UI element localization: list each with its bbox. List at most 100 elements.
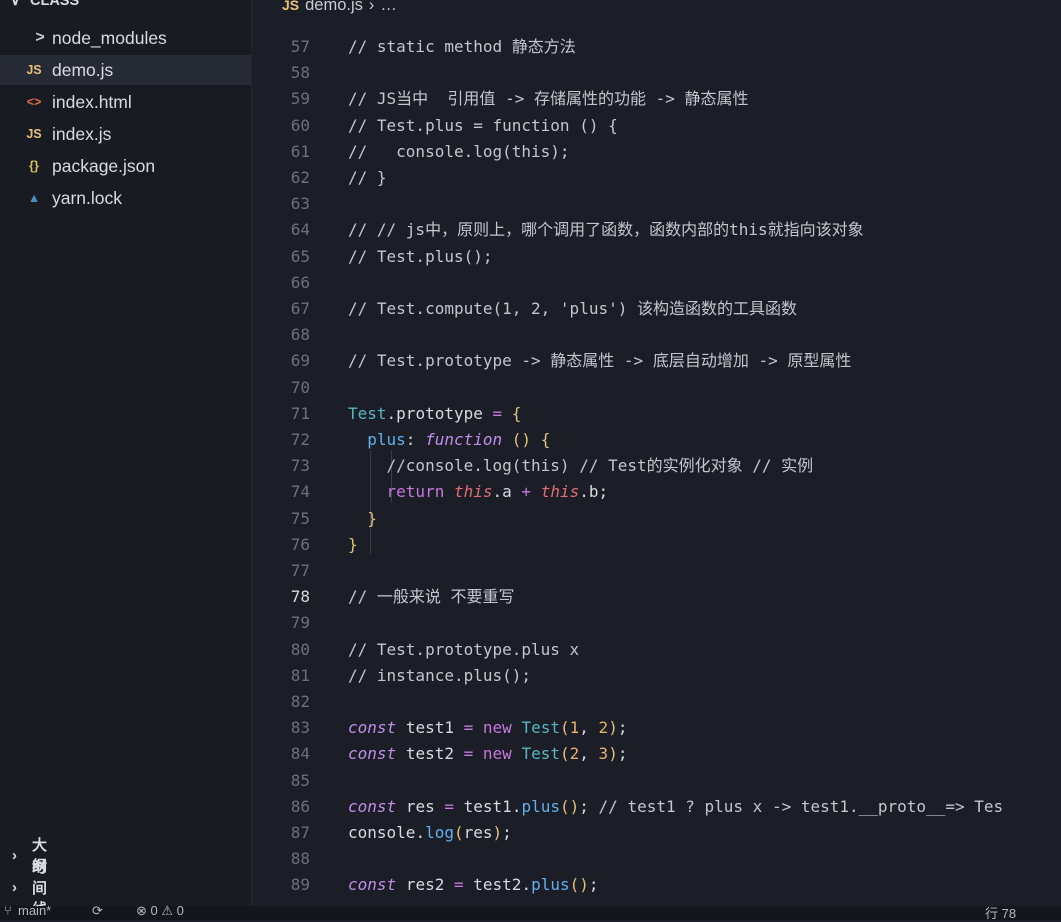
code-line[interactable]: 86 const res = test1.plus(); // test1 ? p… — [252, 794, 1061, 820]
explorer-item[interactable]: {} package.json — [0, 151, 251, 181]
explorer-item-label: node_modules — [52, 27, 167, 48]
code-text: } — [367, 508, 377, 528]
code-line[interactable]: 83 const test1 = new Test(1, 2); — [252, 715, 1061, 741]
code-line[interactable]: 60 // Test.plus = function () { — [252, 113, 1061, 139]
line-number: 71 — [290, 403, 310, 423]
code-text: // Test.prototype.plus x — [348, 639, 580, 659]
code-line[interactable]: 81 // instance.plus(); — [252, 663, 1061, 689]
code-line[interactable]: 80 // Test.prototype.plus x — [252, 637, 1061, 663]
line-number: 80 — [290, 639, 310, 659]
explorer-item[interactable]: JS demo.js — [0, 55, 251, 85]
code-line[interactable]: 84 const test2 = new Test(2, 3); — [252, 741, 1061, 767]
breadcrumb-rest[interactable]: … — [380, 0, 397, 15]
cursor-position[interactable]: 行 78 — [985, 903, 1016, 922]
code-text: // JS当中 引用值 -> 存储属性的功能 -> 静态属性 — [348, 89, 749, 109]
line-number: 78 — [290, 587, 310, 607]
line-number: 74 — [290, 482, 310, 502]
explorer-item-label: index.html — [52, 91, 132, 112]
code-text: // // js中，原则上，哪个调用了函数，函数内部的this就指向该对象 — [348, 220, 864, 240]
code-line[interactable]: 67 // Test.compute(1, 2, 'plus') 该构造函数的工具… — [252, 296, 1061, 322]
explorer-item[interactable]: ▲ yarn.lock — [0, 183, 251, 213]
code-line[interactable]: 66 — [252, 270, 1061, 296]
code-line[interactable]: 64 // // js中，原则上，哪个调用了函数，函数内部的this就指向该对象 — [252, 217, 1061, 243]
branch-icon: ⑂ — [4, 903, 12, 918]
code-editor[interactable]: 57 // static method 静态方法 58 59 // JS当中 引用值 -… — [252, 34, 1061, 906]
status-bar: ⑂ main* ⟳ ⊗ 0 ⚠ 0 行 78 — [0, 903, 1061, 922]
code-line[interactable]: 74 return this.a + this.b; — [252, 479, 1061, 505]
code-text: // Test.plus(); — [348, 246, 493, 266]
explorer-item[interactable]: JS index.js — [0, 119, 251, 149]
code-line[interactable]: 69 // Test.prototype -> 静态属性 -> 底层自动增加 ->… — [252, 348, 1061, 374]
js-file-icon: JS — [282, 0, 300, 13]
code-line[interactable]: 62 // } — [252, 165, 1061, 191]
js-file-icon: JS — [26, 127, 42, 141]
code-text: // static method 静态方法 — [348, 37, 576, 56]
line-number: 75 — [290, 508, 310, 528]
line-number: 73 — [290, 456, 310, 476]
line-number: 58 — [290, 63, 310, 83]
line-number: 70 — [290, 377, 310, 397]
code-line[interactable]: 87 console.log(res); — [252, 820, 1061, 846]
code-text: // } — [348, 168, 387, 187]
code-line[interactable]: 57 // static method 静态方法 — [252, 34, 1061, 60]
code-line[interactable]: 58 — [252, 60, 1061, 86]
code-text: const test2 = new Test(2, 3); — [348, 744, 628, 764]
code-text: //console.log(this) // Test的实例化对象 // 实例 — [386, 456, 814, 476]
code-line[interactable]: 76} — [252, 532, 1061, 558]
breadcrumb[interactable]: JS demo.js › … — [282, 0, 397, 16]
line-number: 57 — [290, 37, 310, 56]
code-text: const test1 = new Test(1, 2); — [348, 718, 628, 738]
code-text: // Test.prototype -> 静态属性 -> 底层自动增加 -> 原… — [348, 351, 852, 371]
branch-name[interactable]: main* — [18, 903, 51, 918]
line-number: 72 — [290, 430, 310, 449]
problems-count[interactable]: ⊗ 0 ⚠ 0 — [136, 903, 184, 919]
code-text: // Test.plus = function () { — [348, 115, 618, 135]
code-line[interactable]: 65 // Test.plus(); — [252, 244, 1061, 270]
line-number: 63 — [290, 194, 310, 214]
line-number: 61 — [290, 141, 310, 161]
line-number: 81 — [290, 665, 310, 685]
code-line[interactable]: 71 Test.prototype = { — [252, 401, 1061, 427]
code-line[interactable]: 63 — [252, 191, 1061, 217]
chevron-right-icon: › — [12, 846, 17, 864]
line-number: 83 — [290, 718, 310, 738]
explorer-item-label: package.json — [52, 155, 156, 176]
explorer-item-label: yarn.lock — [52, 187, 123, 208]
code-line[interactable]: 59 // JS当中 引用值 -> 存储属性的功能 -> 静态属性 — [252, 86, 1061, 112]
code-line[interactable]: 77 — [252, 558, 1061, 584]
code-line[interactable]: 72 plus: function () { — [252, 427, 1061, 453]
yarn-file-icon: ▲ — [27, 191, 41, 205]
code-line[interactable]: 85 — [252, 768, 1061, 794]
line-number: 86 — [290, 796, 310, 816]
code-line[interactable]: 70 — [252, 375, 1061, 401]
code-line[interactable]: 68 — [252, 322, 1061, 348]
line-number: 89 — [290, 875, 310, 895]
line-number: 60 — [290, 115, 310, 135]
code-text: Test.prototype = { — [348, 403, 522, 423]
breadcrumb-file[interactable]: demo.js — [305, 0, 363, 15]
code-line[interactable]: 82 — [252, 689, 1061, 715]
code-line[interactable]: 88 — [252, 846, 1061, 872]
line-number: 69 — [290, 351, 310, 371]
line-number: 77 — [290, 561, 310, 580]
explorer-item-label: demo.js — [52, 59, 114, 80]
code-line[interactable]: 78 // 一般来说 不要重写 — [252, 584, 1061, 610]
code-text: const res2 = test2.plus(); — [348, 875, 599, 895]
code-line[interactable]: 61 // console.log(this); — [252, 139, 1061, 165]
explorer-item[interactable]: <> index.html — [0, 87, 251, 117]
line-number: 88 — [290, 849, 310, 869]
chevron-right-icon: › — [368, 0, 375, 14]
json-file-icon: {} — [29, 159, 39, 173]
explorer-item[interactable]: > node_modules — [0, 23, 251, 53]
line-number: 76 — [290, 534, 310, 554]
code-line[interactable]: 89 const res2 = test2.plus(); — [252, 872, 1061, 898]
chevron-right-icon: > — [35, 29, 45, 46]
code-text: // instance.plus(); — [348, 665, 532, 685]
code-line[interactable]: 75 } — [252, 506, 1061, 532]
code-line[interactable]: 79 — [252, 610, 1061, 636]
code-text: return this.a + this.b; — [386, 482, 609, 502]
chevron-down-icon: ∨ — [10, 0, 21, 9]
code-text: console.log(res); — [348, 823, 512, 842]
code-line[interactable]: 73 //console.log(this) // Test的实例化对象 // … — [252, 453, 1061, 479]
sync-icon[interactable]: ⟳ — [92, 903, 103, 919]
